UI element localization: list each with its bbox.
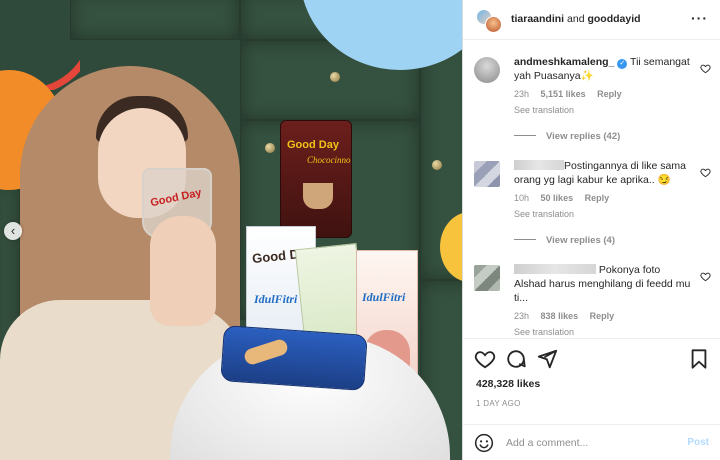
author-avatars[interactable] [476, 9, 502, 33]
avatar[interactable] [474, 57, 500, 83]
coffee-pack: Good Day Chococinno [280, 120, 352, 238]
verified-icon: ✓ [617, 59, 628, 69]
avatar[interactable] [485, 16, 502, 33]
emoji-icon[interactable] [474, 433, 494, 453]
avatar[interactable] [474, 265, 500, 291]
hand [150, 216, 216, 326]
cabinet-knob [265, 143, 275, 153]
comment-username[interactable]: andmeshkamaleng_ [514, 56, 614, 68]
comment-body: Pokonya foto Alshad harus menghilang di … [514, 263, 694, 337]
cabinet-panel [70, 0, 240, 40]
comment-time[interactable]: 10h [514, 193, 529, 203]
divider [514, 239, 536, 240]
chevron-left-icon[interactable]: ‹ [4, 222, 22, 240]
authors-joiner: and [564, 13, 588, 25]
view-replies-label[interactable]: View replies (42) [546, 131, 620, 142]
author-link[interactable]: gooddayid [587, 13, 640, 25]
comment-body: andmeshkamaleng_ ✓ Tii semangat yah Puas… [514, 55, 694, 117]
box-idulfitri-text: IdulFitri [362, 290, 406, 304]
comment-username-blurred[interactable] [514, 160, 564, 170]
see-translation-link[interactable]: See translation [514, 207, 694, 221]
comment-username-blurred[interactable] [514, 264, 596, 274]
see-translation-link[interactable]: See translation [514, 103, 694, 117]
post-side-panel: tiaraandini and gooddayid ··· andmeshkam… [462, 0, 720, 460]
post-timestamp[interactable]: 1 DAY AGO [476, 399, 521, 408]
cabinet-knob [432, 160, 442, 170]
author-link[interactable]: tiaraandini [511, 13, 564, 25]
view-replies-button[interactable]: View replies (4) [514, 235, 615, 246]
bookmark-icon[interactable] [688, 348, 710, 370]
more-icon[interactable]: ··· [691, 10, 708, 26]
comment-body: Postingannya di like sama orang yg lagi … [514, 159, 694, 221]
cabinet-knob [330, 72, 340, 82]
heart-icon[interactable] [700, 63, 711, 74]
post-header: tiaraandini and gooddayid ··· [463, 0, 720, 40]
pack-variant: Chococinno [307, 155, 351, 165]
reply-button[interactable]: Reply [585, 193, 610, 203]
pack-brand: Good Day [287, 139, 339, 151]
heart-icon[interactable] [700, 167, 711, 178]
reply-button[interactable]: Reply [597, 89, 622, 99]
share-icon[interactable] [536, 348, 558, 370]
comment-list[interactable]: andmeshkamaleng_ ✓ Tii semangat yah Puas… [463, 41, 720, 337]
comment-likes[interactable]: 50 likes [541, 193, 574, 203]
comment-meta: 23h 5,151 likes Reply [514, 87, 694, 101]
add-comment-input[interactable] [506, 434, 666, 452]
view-replies-button[interactable]: View replies (42) [514, 131, 620, 142]
post-comment-button[interactable]: Post [687, 437, 709, 448]
cup-illustration [303, 183, 333, 209]
post-authors: tiaraandini and gooddayid [511, 13, 641, 25]
comment-likes[interactable]: 5,151 likes [541, 89, 586, 99]
wafer-pack [220, 325, 368, 391]
comment-meta: 23h 838 likes Reply [514, 309, 694, 323]
heart-icon[interactable] [474, 348, 496, 370]
box-idulfitri-text: IdulFitri [254, 292, 298, 306]
view-replies-label[interactable]: View replies (4) [546, 235, 615, 246]
instagram-post-view: Good Day Good Day Chococinno Good Day Id… [0, 0, 720, 460]
post-photo[interactable]: Good Day Good Day Chococinno Good Day Id… [0, 0, 462, 460]
comment-time[interactable]: 23h [514, 89, 529, 99]
comment-icon[interactable] [505, 348, 527, 370]
comment-likes[interactable]: 838 likes [541, 311, 579, 321]
divider [514, 135, 536, 136]
see-translation-link[interactable]: See translation [514, 325, 694, 337]
heart-icon[interactable] [700, 271, 711, 282]
add-comment-bar: Post [463, 424, 720, 460]
reply-button[interactable]: Reply [590, 311, 615, 321]
avatar[interactable] [474, 161, 500, 187]
like-count[interactable]: 428,328 likes [476, 378, 540, 390]
post-actions [463, 338, 720, 378]
comment-time[interactable]: 23h [514, 311, 529, 321]
comment-meta: 10h 50 likes Reply [514, 191, 694, 205]
